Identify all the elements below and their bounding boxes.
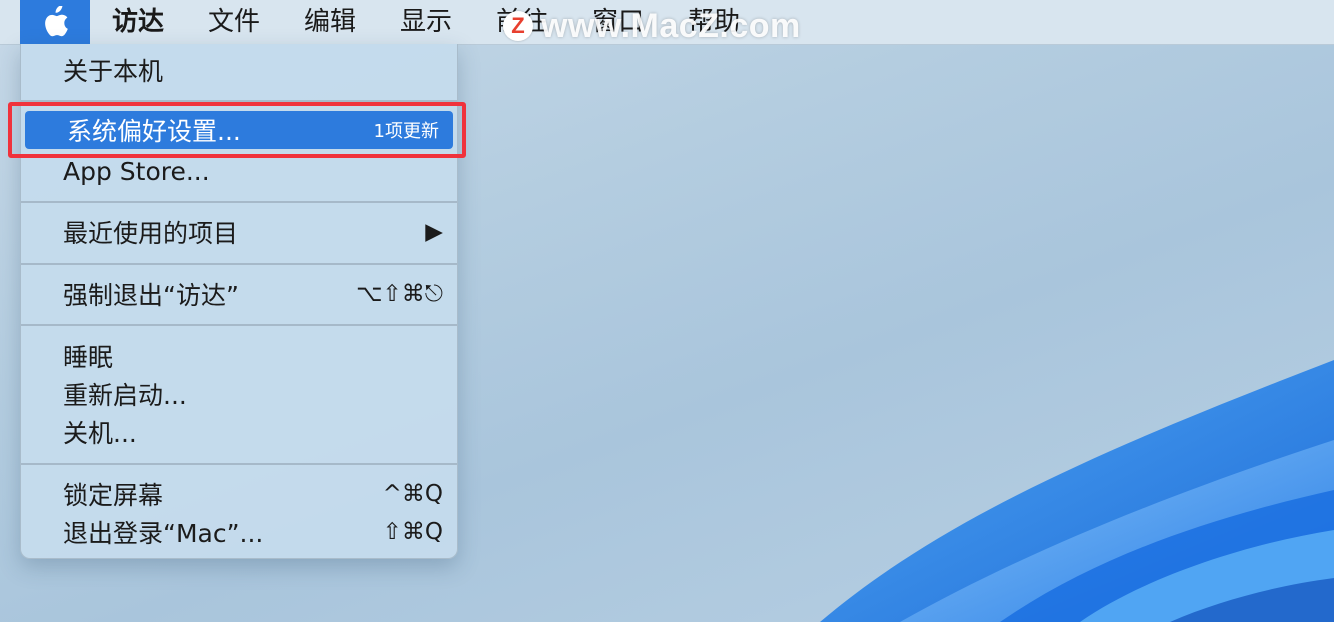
menu-separator [21, 201, 457, 203]
menu-separator [21, 463, 457, 465]
menu-item-shut-down[interactable]: 关机... [21, 413, 457, 451]
menu-item-label: App Store... [63, 156, 210, 186]
menu-item-label: 重新启动... [63, 381, 187, 410]
menu-item-label: 锁定屏幕 [63, 481, 164, 510]
keyboard-shortcut: ^⌘Q [382, 481, 443, 507]
menu-item-force-quit[interactable]: 强制退出“访达” ⌥⇧⌘⎋ [21, 275, 457, 313]
menubar-item-edit[interactable]: 编辑 [282, 0, 378, 44]
update-badge: 1项更新 [373, 121, 439, 142]
menu-item-app-store[interactable]: App Store... [21, 152, 457, 190]
menu-item-sleep[interactable]: 睡眠 [21, 337, 457, 375]
keyboard-shortcut: ⌥⇧⌘⎋ [356, 281, 443, 307]
apple-menu-dropdown: 关于本机 系统偏好设置... 1项更新 App Store... 最近使用的项目… [20, 44, 458, 559]
menu-item-label: 退出登录“Mac”... [63, 519, 264, 548]
menu-item-label: 强制退出“访达” [63, 281, 239, 310]
menu-item-label: 系统偏好设置... [67, 117, 241, 146]
menu-separator [21, 324, 457, 326]
submenu-arrow-icon: ▶ [425, 219, 443, 245]
menubar-item-window[interactable]: 窗口 [570, 0, 666, 44]
menubar-item-file[interactable]: 文件 [186, 0, 282, 44]
menu-item-label: 睡眠 [63, 343, 114, 372]
menubar-item-finder[interactable]: 访达 [90, 0, 186, 44]
menu-item-label: 最近使用的项目 [63, 219, 239, 248]
menubar-item-help[interactable]: 帮助 [666, 0, 762, 44]
menu-item-label: 关机... [63, 419, 137, 448]
apple-logo-icon [45, 6, 68, 37]
apple-menu-button[interactable] [20, 0, 90, 44]
menubar-item-go[interactable]: 前往 [474, 0, 570, 44]
menu-item-lock-screen[interactable]: 锁定屏幕 ^⌘Q [21, 475, 457, 513]
menu-item-recent-items[interactable]: 最近使用的项目 ▶ [21, 213, 457, 251]
menu-item-system-preferences[interactable]: 系统偏好设置... 1项更新 [25, 111, 453, 149]
keyboard-shortcut: ⇧⌘Q [382, 519, 443, 545]
menu-bar: 访达 文件 编辑 显示 前往 窗口 帮助 [0, 0, 1334, 45]
menu-item-label: 关于本机 [63, 57, 164, 86]
menu-separator [21, 100, 457, 102]
menu-item-restart[interactable]: 重新启动... [21, 375, 457, 413]
menu-item-log-out[interactable]: 退出登录“Mac”... ⇧⌘Q [21, 513, 457, 551]
menubar-item-view[interactable]: 显示 [378, 0, 474, 44]
menu-item-about-this-mac[interactable]: 关于本机 [21, 51, 457, 89]
menu-separator [21, 263, 457, 265]
